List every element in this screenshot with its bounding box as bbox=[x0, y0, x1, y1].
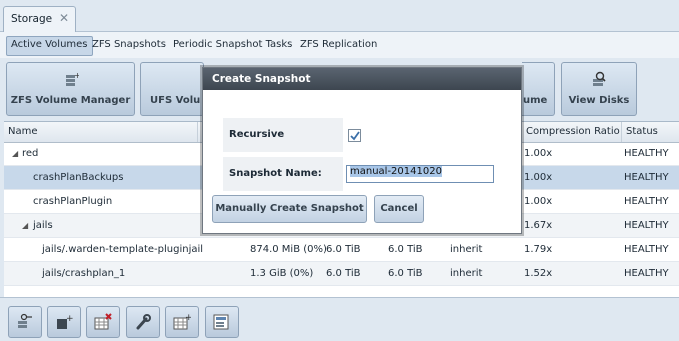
view-disks-button[interactable]: View Disks bbox=[561, 62, 637, 116]
create-zvol-icon bbox=[213, 314, 229, 330]
volume-button-partial[interactable]: ume bbox=[522, 62, 555, 116]
view-disks-icon bbox=[593, 71, 606, 86]
row-name: jails/crashplan_1 bbox=[42, 268, 126, 279]
delete-volume-button[interactable] bbox=[86, 306, 120, 338]
row-ratio: 1.52x bbox=[524, 268, 553, 279]
row-name: jails/.warden-template-pluginjail bbox=[42, 244, 204, 255]
svg-text:+: + bbox=[185, 313, 191, 323]
collapse-icon[interactable]: ◢ bbox=[22, 214, 28, 237]
create-zvol-button[interactable] bbox=[205, 306, 239, 338]
ufs-volume-manager-label: UFS Volu bbox=[150, 95, 201, 106]
row-status: HEALTHY bbox=[624, 268, 669, 279]
row-ratio: 1.79x bbox=[524, 244, 553, 255]
disk-add-icon: + bbox=[65, 71, 79, 86]
close-tab-icon[interactable]: ✕ bbox=[59, 11, 69, 25]
column-header-name[interactable]: Name bbox=[4, 122, 198, 142]
zfs-volume-manager-label: ZFS Volume Manager bbox=[10, 95, 131, 106]
subtab-zfs-replication[interactable]: ZFS Replication bbox=[296, 36, 381, 54]
row-name: red bbox=[22, 148, 39, 159]
row-compression: inherit bbox=[450, 244, 483, 255]
row-name: crashPlanBackups bbox=[33, 172, 124, 183]
view-disks-label: View Disks bbox=[568, 95, 630, 106]
row-used: 874.0 MiB (0%) bbox=[250, 244, 327, 255]
create-dataset-button[interactable]: + bbox=[165, 306, 199, 338]
svg-text:+: + bbox=[74, 71, 79, 80]
snapshot-name-label: Snapshot Name: bbox=[223, 157, 343, 191]
create-snapshot-dialog: Create Snapshot Recursive snapshot: Snap… bbox=[202, 67, 522, 234]
row-status: HEALTHY bbox=[624, 220, 669, 231]
row-size: 6.0 TiB bbox=[388, 244, 423, 255]
recursive-snapshot-label: Recursive snapshot: bbox=[223, 118, 343, 174]
edit-options-button[interactable] bbox=[126, 306, 160, 338]
row-ratio: 1.00x bbox=[524, 172, 553, 183]
manually-create-snapshot-button[interactable]: Manually Create Snapshot bbox=[212, 195, 367, 223]
snapshot-name-input[interactable]: manual-20141020 bbox=[346, 165, 494, 183]
ufs-volume-manager-button[interactable]: UFS Volu bbox=[140, 62, 204, 116]
volume-button-partial-label: ume bbox=[523, 95, 548, 106]
detach-volume-button[interactable] bbox=[8, 306, 42, 338]
snapshot-name-value: manual-20141020 bbox=[350, 166, 442, 177]
extend-volume-icon: + bbox=[57, 314, 73, 329]
row-name: jails bbox=[33, 220, 53, 231]
row-size: 6.0 TiB bbox=[388, 268, 423, 279]
column-header-status[interactable]: Status bbox=[622, 122, 679, 142]
row-status: HEALTHY bbox=[624, 172, 669, 183]
subtab-zfs-snapshots[interactable]: ZFS Snapshots bbox=[88, 36, 170, 54]
extend-volume-button[interactable]: + bbox=[47, 306, 81, 338]
delete-volume-icon bbox=[94, 313, 112, 330]
svg-text:+: + bbox=[66, 314, 73, 324]
zfs-volume-manager-button[interactable]: + ZFS Volume Manager bbox=[6, 62, 135, 116]
collapse-icon[interactable]: ◢ bbox=[12, 142, 18, 165]
dialog-title: Create Snapshot bbox=[203, 68, 521, 90]
window-tab-strip bbox=[0, 0, 679, 32]
row-available: 6.0 TiB bbox=[326, 268, 361, 279]
cancel-button[interactable]: Cancel bbox=[374, 195, 424, 223]
tab-storage[interactable]: Storage ✕ bbox=[3, 6, 76, 32]
column-header-compression-ratio[interactable]: Compression Ratio bbox=[522, 122, 622, 142]
wrench-icon bbox=[136, 314, 151, 330]
row-ratio: 1.00x bbox=[524, 196, 553, 207]
subtab-bar: Active Volumes ZFS Snapshots Periodic Sn… bbox=[0, 32, 679, 58]
row-action-bar: + + bbox=[0, 297, 679, 341]
checkmark-icon bbox=[350, 131, 360, 141]
row-status: HEALTHY bbox=[624, 244, 669, 255]
row-status: HEALTHY bbox=[624, 148, 669, 159]
tab-storage-label: Storage bbox=[11, 13, 53, 25]
row-name: crashPlanPlugin bbox=[33, 196, 113, 207]
row-ratio: 1.00x bbox=[524, 148, 553, 159]
row-compression: inherit bbox=[450, 268, 483, 279]
table-row[interactable]: jails/crashplan_1 1.3 GiB (0%) 6.0 TiB 6… bbox=[4, 262, 679, 286]
recursive-snapshot-checkbox[interactable] bbox=[348, 129, 361, 142]
detach-volume-icon bbox=[18, 313, 32, 328]
row-available: 6.0 TiB bbox=[326, 244, 361, 255]
subtab-periodic-snapshot-tasks[interactable]: Periodic Snapshot Tasks bbox=[169, 36, 296, 54]
table-row[interactable]: jails/.warden-template-pluginjail 874.0 … bbox=[4, 238, 679, 262]
row-used: 1.3 GiB (0%) bbox=[250, 268, 314, 279]
subtab-active-volumes[interactable]: Active Volumes bbox=[6, 36, 93, 56]
create-dataset-icon: + bbox=[173, 313, 191, 330]
row-ratio: 1.67x bbox=[524, 220, 553, 231]
row-status: HEALTHY bbox=[624, 196, 669, 207]
